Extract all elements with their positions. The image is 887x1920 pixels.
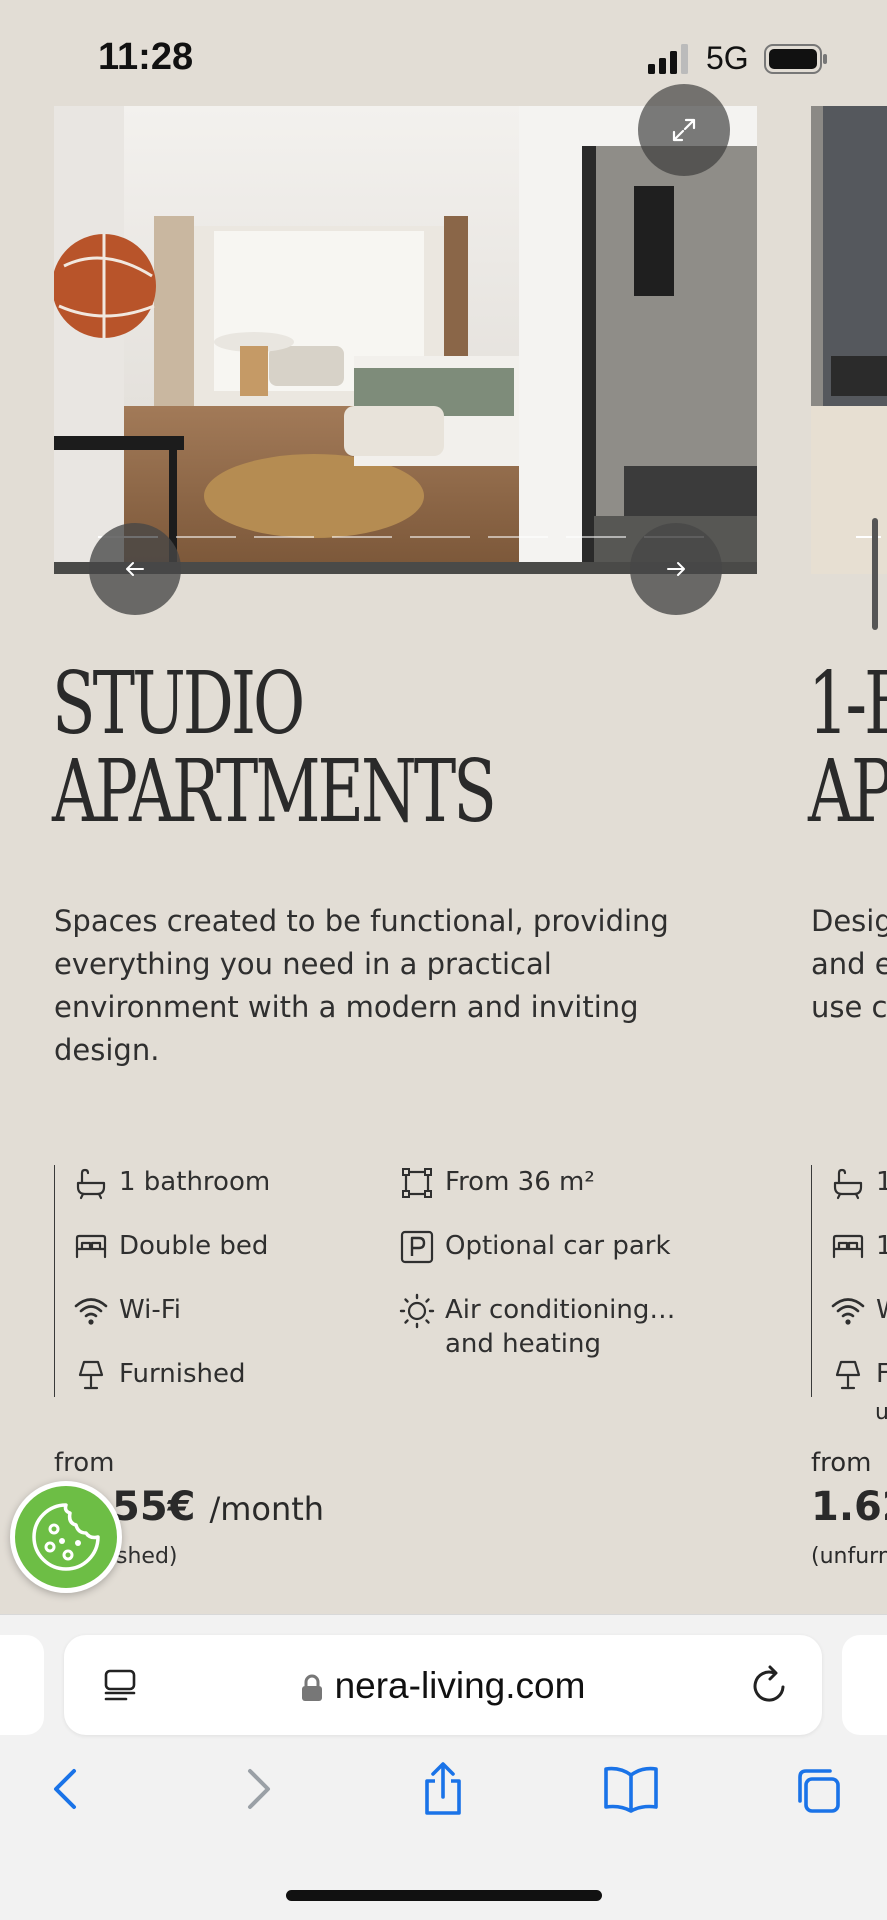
bed-icon xyxy=(75,1234,107,1259)
status-bar: 11:28 5G xyxy=(0,0,887,106)
price-from-label: from xyxy=(54,1448,115,1478)
feature-label: 1 bathroom xyxy=(119,1167,271,1197)
next-card-feature-continuation: u xyxy=(875,1400,887,1425)
feature-item: W xyxy=(830,1293,887,1329)
next-card-title-line1: 1-B xyxy=(808,654,887,754)
forward-icon[interactable] xyxy=(240,1765,276,1813)
cookie-icon xyxy=(32,1503,100,1571)
bathtub-icon xyxy=(833,1168,863,1200)
battery-icon xyxy=(764,44,827,74)
gallery-dot[interactable] xyxy=(488,536,548,538)
url-display[interactable]: nera-living.com xyxy=(64,1665,822,1707)
gallery-pagination xyxy=(98,536,704,540)
feature-label: Wi-Fi xyxy=(119,1295,182,1325)
wifi-icon xyxy=(74,1298,108,1325)
card-title-line2: APARTMENTS xyxy=(52,742,497,842)
feature-item: F xyxy=(830,1357,887,1393)
signal-icon xyxy=(648,44,688,74)
network-label: 5G xyxy=(706,40,749,76)
next-card-photo-illustration xyxy=(811,106,887,574)
feature-label: Double bed xyxy=(119,1231,269,1261)
feature-label: 1 xyxy=(876,1229,887,1263)
sun-icon xyxy=(399,1293,435,1329)
feature-label: F xyxy=(876,1357,887,1391)
url-text: nera-living.com xyxy=(334,1665,586,1706)
gallery-dot[interactable] xyxy=(176,536,236,538)
apartment-photo[interactable] xyxy=(54,106,757,574)
price-value: 55€ xyxy=(112,1484,196,1530)
wifi-icon xyxy=(831,1298,865,1325)
gallery-dot[interactable] xyxy=(566,536,626,538)
address-bar[interactable]: nera-living.com xyxy=(64,1635,822,1735)
feature-list: 1 bathroom Double bed Wi-Fi Furnished Fr… xyxy=(54,1165,754,1397)
price: 55€ /month xyxy=(112,1484,324,1530)
area-icon xyxy=(402,1168,432,1198)
back-icon[interactable] xyxy=(48,1765,84,1813)
lamp-icon xyxy=(78,1360,104,1390)
next-card-title: 1-B AP xyxy=(808,660,887,836)
feature-item: From 36 m² xyxy=(399,1165,595,1201)
price-note: shed) xyxy=(116,1544,178,1569)
gallery-dot[interactable] xyxy=(332,536,392,538)
feature-item: Double bed xyxy=(73,1229,268,1265)
parking-icon xyxy=(400,1230,434,1264)
gallery-dot[interactable] xyxy=(254,536,314,538)
card-title: STUDIO APARTMENTS xyxy=(52,654,497,842)
next-card-description-line: Desig xyxy=(811,904,887,938)
next-card-price-note: (unfurn xyxy=(811,1544,887,1569)
scroll-indicator xyxy=(872,518,878,630)
next-card-description-line: and e xyxy=(811,947,887,981)
next-card-from-label: from xyxy=(811,1448,872,1478)
next-photo-button[interactable] xyxy=(630,523,722,615)
reload-icon[interactable] xyxy=(750,1663,790,1707)
next-card-title-line2: AP xyxy=(808,742,887,842)
gallery-dot[interactable] xyxy=(410,536,470,538)
browser-toolbar: nera-living.com xyxy=(0,1614,887,1920)
feature-item: 1 xyxy=(830,1229,887,1265)
cookie-settings-button[interactable] xyxy=(10,1481,122,1593)
card-description: Spaces created to be functional, providi… xyxy=(54,904,669,1067)
bookmarks-icon[interactable] xyxy=(602,1765,660,1815)
feature-item: Furnished xyxy=(73,1357,245,1393)
price-period: /month xyxy=(209,1490,325,1528)
next-card-description-line: use c xyxy=(811,990,887,1024)
feature-item: Wi-Fi xyxy=(73,1293,181,1329)
expand-gallery-button[interactable] xyxy=(638,84,730,176)
feature-label: Optional car park xyxy=(445,1231,671,1261)
feature-label: From 36 m² xyxy=(445,1167,595,1197)
bedroom-photo-illustration xyxy=(54,106,757,574)
feature-item: 1 bathroom xyxy=(73,1165,270,1201)
home-indicator xyxy=(286,1890,602,1901)
status-time: 11:28 xyxy=(98,36,194,78)
next-card-photo[interactable] xyxy=(811,106,887,574)
lamp-icon xyxy=(835,1360,861,1390)
arrow-left-icon xyxy=(126,562,144,576)
previous-tab[interactable] xyxy=(0,1635,44,1735)
feature-label: Furnished xyxy=(119,1359,246,1389)
feature-label: W xyxy=(876,1293,887,1327)
feature-item: Optional car park xyxy=(399,1229,671,1265)
next-card-feature-list: 1 1 W F xyxy=(811,1165,887,1397)
next-card-price: 1.62 xyxy=(811,1484,887,1530)
feature-label: Air conditioning… and heating xyxy=(445,1295,676,1359)
feature-item: 1 xyxy=(830,1165,887,1201)
next-tab[interactable] xyxy=(842,1635,887,1735)
lock-icon xyxy=(301,1674,322,1702)
next-card-description: Desig and e use c xyxy=(811,900,887,1029)
arrow-right-icon xyxy=(667,562,685,576)
bathtub-icon xyxy=(76,1168,106,1200)
bed-icon xyxy=(832,1234,864,1259)
feature-item: Air conditioning… and heating xyxy=(399,1293,699,1361)
feature-label: 1 xyxy=(876,1165,887,1199)
tabs-icon[interactable] xyxy=(792,1765,844,1817)
share-icon[interactable] xyxy=(418,1761,468,1817)
card-title-line1: STUDIO xyxy=(52,654,305,754)
expand-icon xyxy=(672,118,696,142)
previous-photo-button[interactable] xyxy=(89,523,181,615)
